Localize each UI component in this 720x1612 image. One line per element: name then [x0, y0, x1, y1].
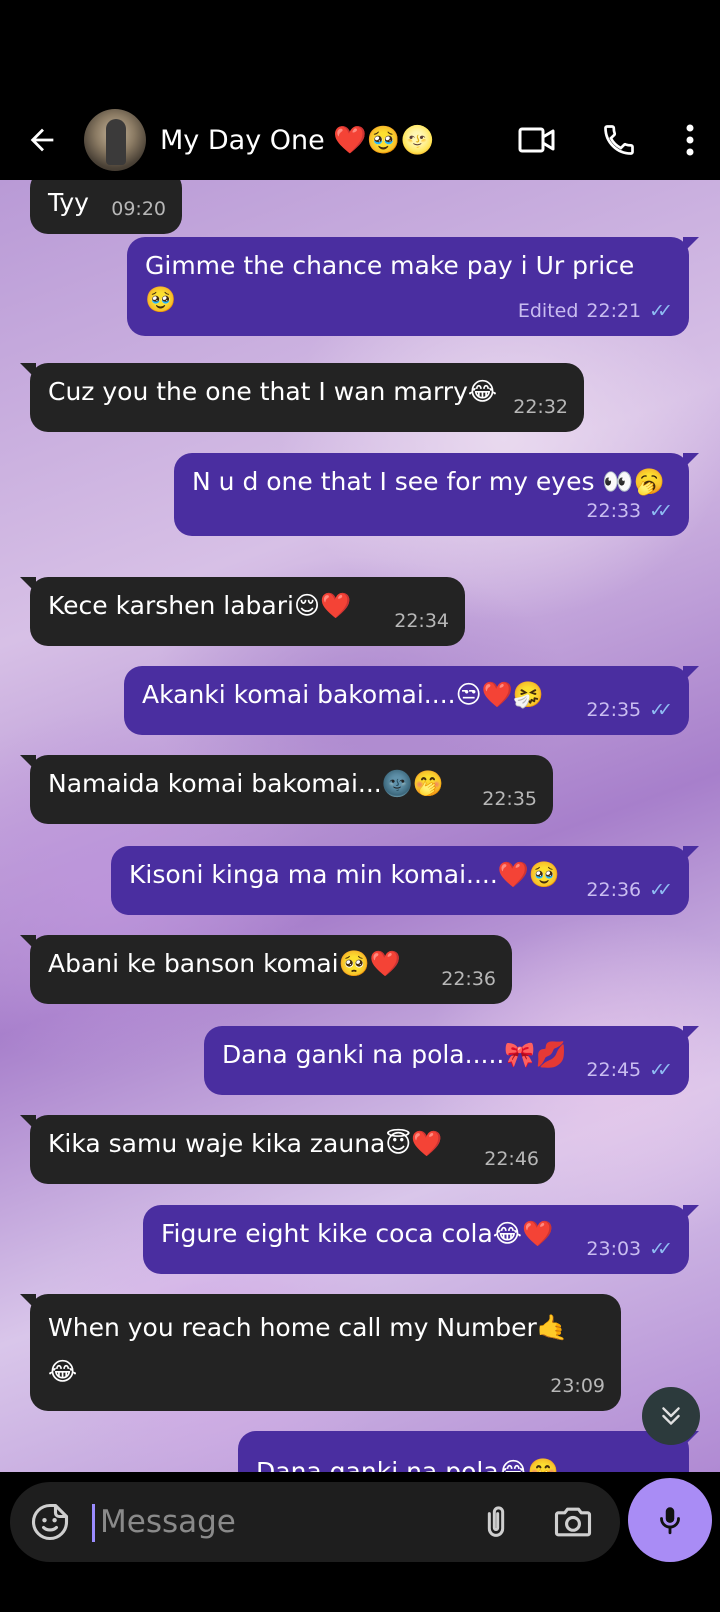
- message-text: Dana ganki na pola😂🤭: [256, 1457, 559, 1472]
- message-bubble-incoming[interactable]: Kece karshen labari😌❤️ 22:34: [20, 577, 465, 646]
- message-meta: 23:03 ✓✓: [586, 1232, 673, 1266]
- paperclip-icon: [487, 1506, 505, 1537]
- double-check-read-icon: ✓✓: [649, 1059, 673, 1081]
- message-time: 22:32: [513, 396, 568, 418]
- bubble-tail: [20, 363, 36, 379]
- message-time: 22:35: [586, 699, 642, 721]
- message-time: 22:33: [586, 500, 642, 522]
- message-bubble-outgoing[interactable]: Figure eight kike coca cola😂❤️ 23:03 ✓✓: [143, 1205, 699, 1274]
- message-meta: 22:36: [441, 962, 496, 996]
- double-check-read-icon: ✓✓: [649, 879, 673, 901]
- message-input[interactable]: [100, 1496, 450, 1548]
- message-meta: 22:45 ✓✓: [586, 1053, 673, 1087]
- double-check-read-icon: ✓✓: [649, 699, 673, 721]
- double-check-read-icon: ✓✓: [649, 1238, 673, 1260]
- sticker-emoji-button[interactable]: [28, 1500, 72, 1544]
- bubble-tail: [20, 935, 36, 951]
- video-call-icon: [518, 127, 555, 153]
- message-meta: 22:34: [394, 604, 449, 638]
- bubble-tail: [683, 846, 699, 862]
- message-meta: 22:36 ✓✓: [586, 873, 673, 907]
- message-bubble-outgoing[interactable]: Gimme the chance make pay i Ur price 🥹 E…: [127, 237, 699, 336]
- status-bar: [0, 0, 720, 100]
- message-meta: 23:09: [550, 1369, 605, 1403]
- message-bubble-outgoing[interactable]: Kisoni kinga ma min komai....❤️🥹 22:36 ✓…: [111, 846, 699, 915]
- back-button[interactable]: [0, 100, 84, 180]
- message-text: Cuz you the one that I wan marry😂: [48, 377, 498, 406]
- message-meta: 22:46: [484, 1142, 539, 1176]
- more-vertical-icon: [686, 124, 694, 156]
- contact-name[interactable]: My Day One ❤️🥹🌝: [160, 124, 434, 156]
- camera-button[interactable]: [550, 1500, 596, 1544]
- message-time: 22:45: [586, 1059, 642, 1081]
- message-text: Namaida komai bakomai...🌚🤭: [48, 769, 445, 798]
- message-time: 22:35: [482, 788, 537, 810]
- message-bubble-incoming[interactable]: Abani ke banson komai🥺❤️ 22:36: [20, 935, 512, 1004]
- message-time: 22:36: [586, 879, 642, 901]
- microphone-icon: [660, 1507, 680, 1535]
- message-time: 22:21: [586, 300, 642, 322]
- bubble-tail: [683, 237, 699, 253]
- avatar-person-figure: [106, 119, 126, 165]
- double-check-read-icon: ✓✓: [649, 500, 673, 522]
- bubble-tail: [20, 1115, 36, 1131]
- bubble-tail: [20, 1294, 36, 1310]
- message-bubble-incoming[interactable]: Cuz you the one that I wan marry😂 22:32: [20, 363, 584, 432]
- bubble-tail: [683, 1205, 699, 1221]
- bubble-tail: [20, 577, 36, 593]
- message-time: 22:46: [484, 1148, 539, 1170]
- composer-bar: [0, 1472, 720, 1612]
- chat-header: My Day One ❤️🥹🌝: [0, 100, 720, 180]
- message-time: 22:34: [394, 610, 449, 632]
- header-actions: [496, 100, 720, 180]
- text-caret: [92, 1504, 95, 1542]
- message-text: Kika samu waje kika zauna😇❤️: [48, 1129, 443, 1158]
- message-bubble-incoming[interactable]: When you reach home call my Number🤙 😂 23…: [20, 1294, 621, 1411]
- message-text: Kece karshen labari😌❤️: [48, 591, 352, 620]
- message-bubble-outgoing[interactable]: Dana ganki na pola😂🤭: [238, 1431, 699, 1472]
- camera-icon: [554, 1507, 592, 1537]
- message-meta: 22:35 ✓✓: [586, 693, 673, 727]
- message-text: When you reach home call my Number🤙 😂: [48, 1313, 568, 1386]
- message-input-container: [10, 1482, 620, 1562]
- message-time: 23:09: [550, 1375, 605, 1397]
- message-bubble-outgoing[interactable]: N u d one that I see for my eyes 👀🥱 22:3…: [174, 453, 699, 536]
- video-call-button[interactable]: [496, 100, 578, 180]
- arrow-left-icon: [30, 128, 54, 152]
- voice-record-button[interactable]: [628, 1478, 712, 1562]
- bubble-tail: [683, 1026, 699, 1042]
- contact-avatar[interactable]: [84, 109, 146, 171]
- message-meta: 22:33 ✓✓: [586, 494, 673, 528]
- message-time: 09:20: [111, 198, 166, 220]
- bubble-tail: [20, 755, 36, 771]
- sticker-emoji-icon: [31, 1503, 69, 1541]
- message-bubble-outgoing[interactable]: Dana ganki na pola.....🎀💋 22:45 ✓✓: [204, 1026, 699, 1095]
- phone-icon: [604, 125, 634, 155]
- message-text: Abani ke banson komai🥺❤️: [48, 949, 401, 978]
- edited-label: Edited: [517, 300, 579, 322]
- message-bubble-incoming[interactable]: Namaida komai bakomai...🌚🤭 22:35: [20, 755, 553, 824]
- message-time: 22:36: [441, 968, 496, 990]
- message-bubble-outgoing[interactable]: Akanki komai bakomai....😒❤️🤧 22:35 ✓✓: [124, 666, 699, 735]
- message-meta: 09:20: [111, 192, 166, 226]
- bubble-tail: [683, 453, 699, 469]
- double-chevron-down-icon: [662, 1407, 680, 1425]
- bubble-tail: [683, 666, 699, 682]
- message-meta: 22:32: [513, 390, 568, 424]
- attach-button[interactable]: [476, 1502, 516, 1542]
- message-list[interactable]: Tyy 09:20 Gimme the chance make pay i Ur…: [0, 180, 720, 1472]
- message-bubble-incoming[interactable]: Kika samu waje kika zauna😇❤️ 22:46: [20, 1115, 555, 1184]
- voice-call-button[interactable]: [578, 100, 660, 180]
- message-bubble-incoming[interactable]: Tyy 09:20: [30, 180, 182, 234]
- scroll-to-bottom-button[interactable]: [642, 1387, 700, 1445]
- message-meta: 22:35: [482, 782, 537, 816]
- double-check-read-icon: ✓✓: [649, 300, 673, 322]
- message-meta: Edited 22:21 ✓✓: [518, 294, 673, 328]
- message-time: 23:03: [586, 1238, 642, 1260]
- more-options-button[interactable]: [660, 100, 720, 180]
